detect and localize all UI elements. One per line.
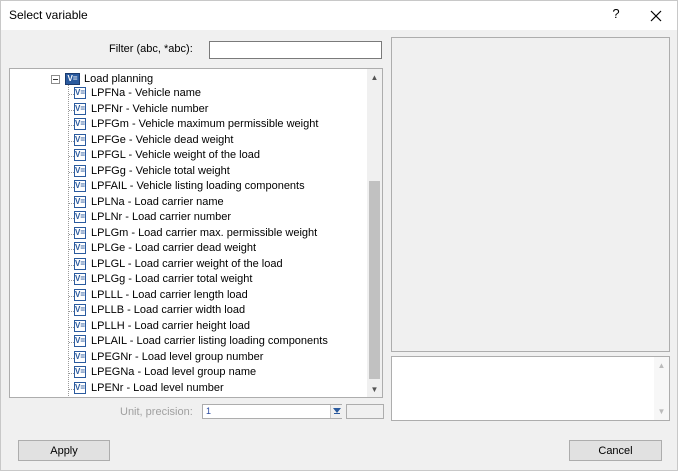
variable-icon: V=	[74, 273, 86, 285]
tree-content: V= Load planning V= LPFNa - Vehicle name V…	[10, 69, 368, 397]
tree-node-load-planning[interactable]: V= Load planning	[30, 71, 350, 87]
scroll-down-icon: ▼	[657, 407, 666, 416]
close-button[interactable]	[646, 6, 666, 26]
tree-item[interactable]: V= LPEGNr - Load level group number	[10, 350, 368, 365]
tree-item-label: LPLLH - Load carrier height load	[91, 319, 250, 332]
description-scrollbar: ▲ ▼	[654, 357, 669, 420]
filter-label: Filter (abc, *abc):	[109, 43, 193, 55]
variable-icon: V=	[74, 149, 86, 161]
variable-icon: V=	[74, 319, 86, 332]
tree-item[interactable]: V= LPLNr - Load carrier number	[10, 210, 368, 225]
tree-item[interactable]: V= LPLNa - Load carrier name	[10, 195, 368, 210]
tree-item-label: LPEGNa - Load level group name	[91, 366, 257, 378]
tree-item-label: LPLNa - Load carrier name	[91, 195, 224, 208]
tree-item[interactable]: V= LPLGm - Load carrier max. permissible …	[10, 226, 368, 241]
tree-item-label: LPFGe - Vehicle dead weight	[91, 133, 234, 146]
tree-item-label: LPLGe - Load carrier dead weight	[91, 242, 257, 254]
tree-item[interactable]: V= LPFNr - Vehicle number	[10, 102, 368, 117]
tree-item-label: LPLGg - Load carrier total weight	[91, 273, 253, 285]
tree-item-label: LPFNa - Vehicle name	[91, 87, 202, 99]
tree-item[interactable]: V= LPFNa - Vehicle name	[10, 86, 368, 101]
tree-item-label: LPLLL - Load carrier length load	[91, 288, 248, 301]
window-title: Select variable	[9, 8, 88, 22]
scroll-down-icon[interactable]: ▼	[367, 382, 382, 397]
variable-icon: V=	[74, 366, 86, 378]
tree-item-label: LPFNr - Vehicle number	[91, 102, 209, 115]
scroll-up-icon: ▲	[657, 361, 666, 370]
tree-item[interactable]: V= LPFGe - Vehicle dead weight	[10, 133, 368, 148]
tree-item-label: LPLAIL - Load carrier listing loading co…	[91, 335, 328, 347]
unit-extra-field	[346, 404, 384, 419]
variable-tree[interactable]: V= Load planning V= LPFNa - Vehicle name V…	[9, 68, 383, 398]
variable-icon: V=	[74, 211, 86, 223]
variable-icon: V=	[74, 133, 86, 146]
tree-item-label: LPFAIL - Vehicle listing loading compone…	[91, 180, 305, 192]
tree-item-label: LPFGL - Vehicle weight of the load	[91, 149, 260, 161]
tree-item[interactable]: V= LPENr - Load level number	[10, 381, 368, 396]
variable-description-box[interactable]: ▲ ▼	[391, 356, 670, 421]
tree-item-label: LPLLB - Load carrier width load	[91, 304, 246, 316]
scroll-thumb[interactable]	[369, 181, 380, 379]
tree-item-label: LPLGm - Load carrier max. permissible we…	[91, 226, 318, 239]
tree-scrollbar[interactable]: ▲ ▼	[367, 69, 382, 397]
apply-button[interactable]: Apply	[18, 440, 110, 461]
tree-item[interactable]: V= LPFGg - Vehicle total weight	[10, 164, 368, 179]
tree-item-label: LPFGg - Vehicle total weight	[91, 164, 230, 177]
variable-icon: V=	[74, 195, 86, 208]
variable-group-icon: V=	[65, 73, 80, 85]
tree-item-label: LPLGL - Load carrier weight of the load	[91, 257, 283, 270]
dropdown-arrow-icon[interactable]	[330, 405, 343, 418]
tree-item[interactable]: V= LPLGg - Load carrier total weight	[10, 272, 368, 287]
tree-item-label: LPFGm - Vehicle maximum permissible weig…	[91, 118, 319, 130]
title-bar: Select variable ?	[0, 0, 678, 30]
tree-item[interactable]: V= LPLGL - Load carrier weight of the loa…	[10, 257, 368, 272]
variable-icon: V=	[74, 118, 86, 130]
variable-icon: V=	[74, 335, 86, 347]
tree-item[interactable]: V= LPLAIL - Load carrier listing loading …	[10, 334, 368, 349]
help-button[interactable]: ?	[609, 6, 623, 24]
unit-precision-value: 1	[206, 406, 212, 416]
variable-icon: V=	[74, 226, 86, 239]
scroll-up-icon[interactable]: ▲	[367, 70, 382, 85]
variable-icon: V=	[74, 87, 86, 99]
variable-preview-panel	[391, 37, 670, 352]
tree-item[interactable]: V= LPLLL - Load carrier length load	[10, 288, 368, 303]
tree-item[interactable]: V= LPFGm - Vehicle maximum permissible we…	[10, 117, 368, 132]
tree-item[interactable]: V= LPFAIL - Vehicle listing loading compo…	[10, 179, 368, 194]
cancel-button[interactable]: Cancel	[569, 440, 662, 461]
variable-icon: V=	[74, 257, 86, 270]
variable-icon: V=	[74, 164, 86, 177]
variable-icon: V=	[74, 350, 86, 363]
tree-item-label: LPENr - Load level number	[91, 381, 224, 394]
filter-input[interactable]	[209, 41, 382, 59]
tree-item-label: LPEGNr - Load level group number	[91, 350, 264, 363]
variable-icon: V=	[74, 102, 86, 115]
tree-item-label: LPLNr - Load carrier number	[91, 211, 232, 223]
tree-item[interactable]: V= LPEGNa - Load level group name	[10, 365, 368, 380]
tree-item[interactable]: V= LPLLB - Load carrier width load	[10, 303, 368, 318]
variable-icon: V=	[74, 242, 86, 254]
unit-precision-label: Unit, precision:	[120, 406, 193, 418]
tree-item[interactable]: V= LPLGe - Load carrier dead weight	[10, 241, 368, 256]
close-icon	[650, 10, 662, 22]
variable-icon: V=	[74, 381, 86, 394]
tree-item[interactable]: V= LPFGL - Vehicle weight of the load	[10, 148, 368, 163]
unit-precision-field[interactable]: 1	[202, 404, 343, 419]
variable-icon: V=	[74, 288, 86, 301]
tree-item[interactable]: V= LPLLH - Load carrier height load	[10, 319, 368, 334]
variable-icon: V=	[74, 180, 86, 192]
variable-icon: V=	[74, 304, 86, 316]
collapse-icon[interactable]	[51, 75, 60, 84]
tree-node-label: Load planning	[84, 73, 154, 85]
